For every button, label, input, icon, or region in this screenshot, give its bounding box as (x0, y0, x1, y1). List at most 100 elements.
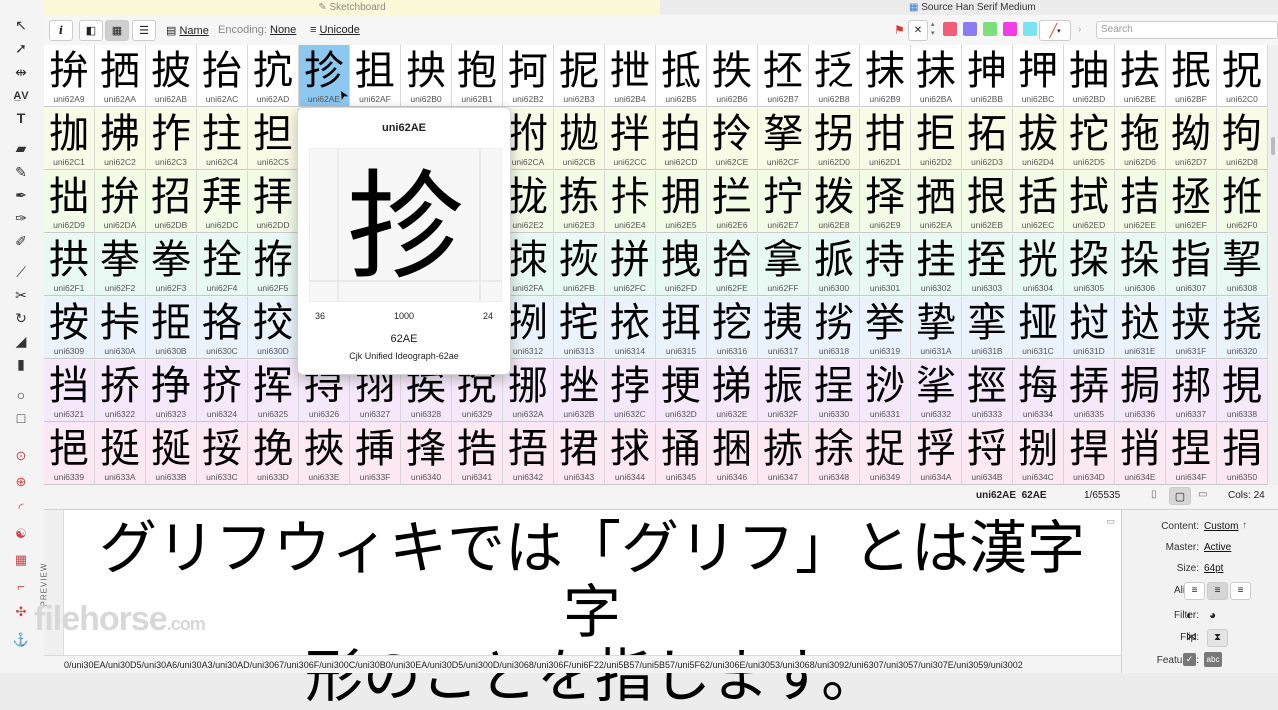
glyph-cell[interactable]: 拽 uni62FD (656, 234, 707, 296)
name-sort[interactable]: ▤ Name (166, 24, 209, 37)
glyph-cell[interactable]: 挈 uni6308 (1217, 234, 1268, 296)
glyph-cell[interactable]: 捆 uni6346 (707, 423, 758, 485)
glyph-cell[interactable]: 拿 uni62FF (758, 234, 809, 296)
anchor-icon[interactable]: ⚓ (9, 630, 33, 650)
glyph-cell[interactable]: 拑 uni62D1 (860, 108, 911, 170)
glyph-cell[interactable]: 披 uni62AB (146, 45, 197, 107)
brush-icon[interactable]: ✎ (9, 162, 33, 182)
glyph-cell[interactable]: 捏 uni634F (1166, 423, 1217, 485)
glyph-cell[interactable]: 拨 uni62E8 (809, 171, 860, 233)
glyph-cell[interactable]: 拻 uni62FB (554, 234, 605, 296)
glyph-cell[interactable]: 挡 uni6321 (44, 360, 95, 422)
green-swatch[interactable] (983, 22, 997, 36)
glyph-cell[interactable]: 捐 uni6350 (1217, 423, 1268, 485)
glyph-cell[interactable]: 拗 uni62D7 (1166, 108, 1217, 170)
flip-vertical-icon[interactable]: ⧗ (1207, 629, 1228, 647)
size-value[interactable]: 64pt (1204, 563, 1223, 574)
search-input[interactable]: Search (1096, 21, 1278, 39)
glyph-cell[interactable]: 持 uni6301 (860, 234, 911, 296)
glyph-cell[interactable]: 拐 uni62D0 (809, 108, 860, 170)
glyph-cell[interactable]: 捌 uni634C (1013, 423, 1064, 485)
glyph-cell[interactable]: 按 uni6309 (44, 297, 95, 359)
glyph-cell[interactable]: 挛 uni631B (962, 297, 1013, 359)
glyph-cell[interactable]: 挆 uni6306 (1115, 234, 1166, 296)
glyph-cell[interactable]: 挭 uni632D (656, 360, 707, 422)
glyph-cell[interactable]: 挲 uni6332 (911, 360, 962, 422)
clear-color-icon[interactable]: ✕ (908, 20, 928, 41)
glyph-cell[interactable]: 拝 uni62DD (248, 171, 299, 233)
glyph-cell[interactable]: 挓 uni6313 (554, 297, 605, 359)
glyph-cell[interactable]: 挷 uni6337 (1166, 360, 1217, 422)
glyph-cell[interactable]: 挰 uni6330 (809, 360, 860, 422)
small-cells-icon[interactable]: ▯ (1151, 489, 1157, 500)
glyph-cell[interactable]: 挀 uni6300 (809, 234, 860, 296)
glyph-cell[interactable]: 抾 uni62BE (1115, 45, 1166, 107)
flag-icon[interactable]: ⚑ (894, 23, 905, 37)
kerning-tool-icon[interactable]: A̲V (9, 86, 33, 106)
stroke-color-dropdown[interactable]: ╱ ▾ (1039, 20, 1071, 41)
glyph-cell[interactable]: 拔 uni62D4 (1013, 108, 1064, 170)
glyph-cell[interactable]: 抽 uni62BD (1064, 45, 1115, 107)
glyph-cell[interactable]: 拰 uni62F0 (1217, 171, 1268, 233)
scissors-icon[interactable]: ✂ (9, 285, 33, 305)
arrow-up-icon[interactable]: ↑ (1242, 520, 1247, 531)
features-value[interactable]: abc (1204, 652, 1222, 667)
checkmark-icon[interactable]: ✓ (1183, 653, 1196, 666)
glyph-cell[interactable]: 挸 uni6338 (1217, 360, 1268, 422)
glyph-cell[interactable]: 挜 uni631C (1013, 297, 1064, 359)
glyph-cell[interactable]: 拥 uni62E5 (656, 171, 707, 233)
chevron-right-icon[interactable]: › (1078, 24, 1081, 35)
glyph-cell[interactable]: 拾 uni62FE (707, 234, 758, 296)
list-view-icon[interactable]: ☰ (132, 20, 156, 41)
glyph-cell[interactable]: 拲 uni62F2 (95, 234, 146, 296)
glyph-string-field[interactable]: 0/uni30EA/uni30D5/uni30A6/uni30A3/uni30A… (44, 655, 1121, 673)
glyph-cell[interactable]: 拒 uni62D2 (911, 108, 962, 170)
scroll-thumb[interactable] (1271, 137, 1275, 155)
glyph-cell[interactable]: 拙 uni62D9 (44, 171, 95, 233)
glyph-cell[interactable]: 拌 uni62CC (605, 108, 656, 170)
sidebar-toggle-icon[interactable]: ◧ (79, 20, 103, 41)
glyph-cell[interactable]: 拣 uni62E3 (554, 171, 605, 233)
stepper-icon[interactable]: ▴ ▾ (931, 20, 935, 38)
glyph-cell[interactable]: 挃 uni6303 (962, 234, 1013, 296)
glyph-cell[interactable]: 挊 uni630A (95, 297, 146, 359)
corner-icon[interactable]: ◜ (9, 498, 33, 518)
glyph-cell[interactable]: 拂 uni62C2 (95, 108, 146, 170)
cyan-swatch[interactable] (1023, 22, 1037, 36)
glyph-cell[interactable]: 拭 uni62ED (1064, 171, 1115, 233)
glyph-cell[interactable]: 捂 uni6342 (503, 423, 554, 485)
grid-view-icon[interactable]: ▦ (105, 20, 129, 41)
glyph-cell[interactable]: 挌 uni630C (197, 297, 248, 359)
glyph-cell[interactable]: 拼 uni62FC (605, 234, 656, 296)
columns-control[interactable]: Cols: 24 (1228, 490, 1265, 501)
glyph-cell[interactable]: 抯 uni62AF (350, 45, 401, 107)
glyph-cell[interactable]: 挘 uni6318 (809, 297, 860, 359)
yin-yang-icon[interactable]: ☯ (9, 524, 33, 544)
glyph-cell[interactable]: 挄 uni6304 (1013, 234, 1064, 296)
glyph-cell[interactable]: 抵 uni62B5 (656, 45, 707, 107)
glyph-cell[interactable]: 抬 uni62AC (197, 45, 248, 107)
glyph-cell[interactable]: 捁 uni6341 (452, 423, 503, 485)
glyph-cell[interactable]: 挔 uni6314 (605, 297, 656, 359)
glyph-cell[interactable]: 挅 uni6305 (1064, 234, 1115, 296)
glyph-cell[interactable]: 挠 uni6320 (1217, 297, 1268, 359)
glyph-cell[interactable]: 拵 uni62F5 (248, 234, 299, 296)
glyph-cell[interactable]: 拫 uni62EB (962, 171, 1013, 233)
grid-icon[interactable]: ▦ (9, 550, 33, 570)
glyph-cell[interactable]: 抶 uni62B6 (707, 45, 758, 107)
glyph-cell[interactable]: 抭 uni62AD (248, 45, 299, 107)
glyph-cell[interactable]: 拀 uni62C0 (1217, 45, 1268, 107)
glyph-cell[interactable]: 指 uni6307 (1166, 234, 1217, 296)
medium-cells-icon[interactable]: ▢ (1169, 487, 1191, 505)
glyph-cell[interactable]: 拯 uni62EF (1166, 171, 1217, 233)
pen-icon[interactable]: ✒ (9, 185, 33, 205)
red-swatch[interactable] (943, 22, 957, 36)
glyph-cell[interactable]: 拘 uni62D8 (1217, 108, 1268, 170)
unicode-selector[interactable]: ≡ Unicode (310, 24, 360, 36)
transform-icon[interactable]: ✣ (9, 602, 33, 622)
invert-filter-icon[interactable]: ◐ (1186, 608, 1193, 622)
glyph-cell[interactable]: 挙 uni6319 (860, 297, 911, 359)
glyph-cell[interactable]: 捎 uni634E (1115, 423, 1166, 485)
glyph-cell[interactable]: 捈 uni6348 (809, 423, 860, 485)
glyph-cell[interactable]: 拃 uni62C3 (146, 108, 197, 170)
